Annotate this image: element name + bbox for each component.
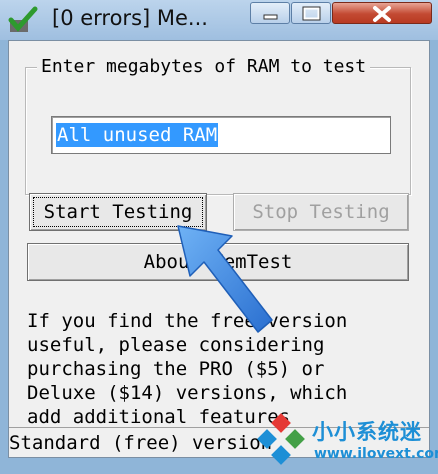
minimize-icon (263, 14, 278, 20)
about-memtest-button[interactable]: About MemTest (27, 243, 409, 281)
watermark-url: www.ilovext.com (314, 446, 438, 462)
site-watermark: 小小系统迷 www.ilovext.com (254, 410, 438, 474)
close-button[interactable] (332, 2, 432, 24)
start-testing-button[interactable]: Start Testing (29, 193, 207, 231)
ram-amount-value: All unused RAM (56, 123, 219, 147)
window-title: [0 errors] Me... (52, 6, 208, 30)
checkmark-app-icon (8, 6, 38, 32)
title-bar[interactable]: [0 errors] Me... (0, 0, 438, 40)
status-text: Standard (free) version (9, 432, 273, 454)
memtest-window: [0 errors] Me... Enter megabytes of RAM … (0, 0, 438, 474)
ram-amount-input[interactable]: All unused RAM (51, 116, 391, 154)
client-area: Enter megabytes of RAM to test All unuse… (8, 40, 430, 458)
ram-groupbox: Enter megabytes of RAM to test All unuse… (25, 56, 411, 195)
ram-group-legend: Enter megabytes of RAM to test (37, 56, 371, 77)
maximize-button[interactable] (291, 2, 331, 24)
minimize-button[interactable] (250, 2, 290, 24)
watermark-logo-icon (257, 413, 305, 465)
watermark-brand: 小小系统迷 (312, 420, 422, 444)
close-icon (373, 6, 391, 22)
stop-testing-button[interactable]: Stop Testing (233, 193, 409, 231)
maximize-icon (302, 6, 321, 21)
